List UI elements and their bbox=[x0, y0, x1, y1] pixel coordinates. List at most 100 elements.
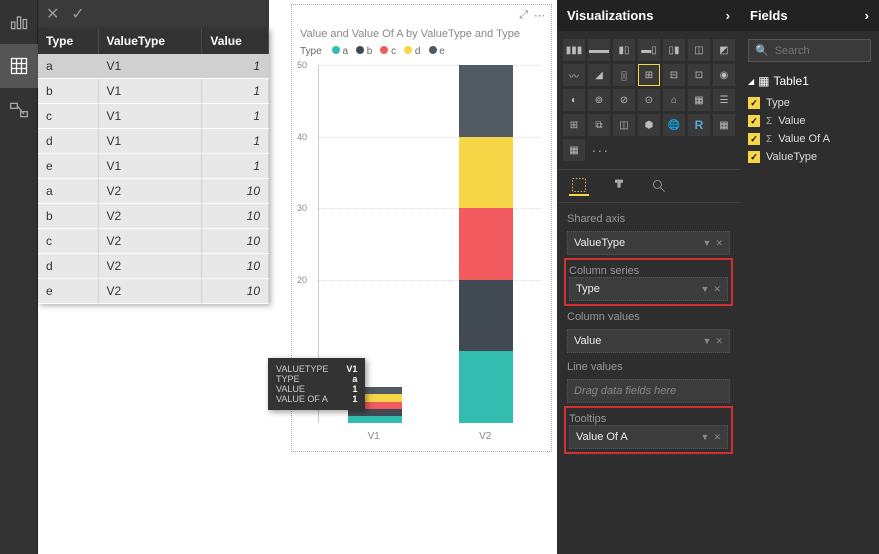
cancel-icon[interactable]: ✕ bbox=[46, 4, 59, 24]
checkbox[interactable]: ✓ bbox=[748, 115, 760, 127]
viz-type-icon[interactable]: ▦ bbox=[563, 139, 585, 161]
sigma-icon: Σ bbox=[766, 134, 772, 145]
checkbox[interactable]: ✓ bbox=[748, 97, 760, 109]
table-icon: ▦ bbox=[758, 74, 769, 88]
viz-type-icon[interactable]: ▮▯ bbox=[613, 39, 635, 61]
chevron-down-icon[interactable]: ▼ bbox=[701, 284, 710, 295]
data-view-button[interactable] bbox=[0, 44, 38, 88]
viz-type-icon[interactable]: ◫ bbox=[688, 39, 710, 61]
viz-type-gallery: ▮▮▮▬▬▮▯▬▯▯▮◫◩〰◢〿⊞⊟⊡◉◐⊚⊘⊙⌂▦☰⊞⧉◫⬢🌐R▦▦... bbox=[557, 31, 740, 169]
column-series-label: Column series bbox=[569, 263, 728, 277]
more-viz-icon[interactable]: ... bbox=[588, 139, 610, 161]
field-list: ✓Type✓ΣValue✓ΣValue Of A✓ValueType bbox=[740, 92, 879, 168]
viz-type-icon[interactable]: 🌐 bbox=[663, 114, 685, 136]
chevron-down-icon[interactable]: ▼ bbox=[703, 336, 712, 347]
fields-panel-title: Fields bbox=[750, 8, 788, 23]
column-values-label: Column values bbox=[567, 309, 730, 323]
search-box[interactable]: 🔍 bbox=[748, 39, 871, 62]
tooltips-well[interactable]: Value Of A▼✕ bbox=[569, 425, 728, 449]
table-row[interactable]: cV210 bbox=[38, 229, 269, 254]
viz-type-icon[interactable]: ⊞ bbox=[563, 114, 585, 136]
table-row[interactable]: cV11 bbox=[38, 104, 269, 129]
viz-type-icon[interactable]: 〿 bbox=[613, 64, 635, 86]
remove-icon[interactable]: ✕ bbox=[713, 432, 721, 443]
remove-icon[interactable]: ✕ bbox=[713, 284, 721, 295]
chart-tooltip: VALUETYPEV1TYPEaVALUE1VALUE OF A1 bbox=[268, 358, 365, 410]
viz-type-icon[interactable]: ▬▯ bbox=[638, 39, 660, 61]
checkbox[interactable]: ✓ bbox=[748, 133, 760, 145]
viz-type-icon[interactable]: ⧉ bbox=[588, 114, 610, 136]
bar-segment[interactable] bbox=[459, 351, 513, 423]
column-values-well[interactable]: Value▼✕ bbox=[567, 329, 730, 353]
viz-type-icon[interactable]: ◩ bbox=[713, 39, 735, 61]
collapse-viz-icon[interactable]: › bbox=[726, 8, 730, 23]
viz-type-icon[interactable]: ◢ bbox=[588, 64, 610, 86]
viz-type-icon[interactable]: R bbox=[688, 114, 710, 136]
tooltips-label: Tooltips bbox=[569, 411, 728, 425]
table-row[interactable]: eV11 bbox=[38, 154, 269, 179]
line-values-well[interactable]: Drag data fields here bbox=[567, 379, 730, 403]
table-row[interactable]: bV11 bbox=[38, 79, 269, 104]
field-wells: Shared axis ValueType▼✕ Column series Ty… bbox=[557, 203, 740, 459]
viz-type-icon[interactable]: ⊞ bbox=[638, 64, 660, 86]
viz-type-icon[interactable]: ◐ bbox=[563, 89, 585, 111]
table-row[interactable]: bV210 bbox=[38, 204, 269, 229]
chevron-down-icon[interactable]: ▼ bbox=[703, 238, 712, 249]
table-row[interactable]: dV11 bbox=[38, 129, 269, 154]
collapse-fields-icon[interactable]: › bbox=[865, 8, 869, 23]
field-item[interactable]: ✓Type bbox=[746, 94, 873, 112]
viz-type-icon[interactable]: ▬▬ bbox=[588, 39, 610, 61]
focus-mode-icon[interactable]: ⤢ bbox=[519, 9, 528, 22]
field-item[interactable]: ✓ Σ Value Of A bbox=[746, 130, 873, 148]
bar-segment[interactable] bbox=[459, 137, 513, 209]
viz-type-icon[interactable]: ◫ bbox=[613, 114, 635, 136]
field-item[interactable]: ✓ΣValue bbox=[746, 112, 873, 130]
viz-type-icon[interactable]: ☰ bbox=[713, 89, 735, 111]
search-input[interactable] bbox=[775, 45, 865, 57]
analytics-tab[interactable] bbox=[649, 176, 669, 196]
viz-type-icon[interactable]: ⊟ bbox=[663, 64, 685, 86]
bar-segment[interactable] bbox=[459, 208, 513, 280]
field-item[interactable]: ✓ValueType bbox=[746, 148, 873, 166]
viz-type-icon[interactable]: ⊚ bbox=[588, 89, 610, 111]
viz-type-icon[interactable]: ⊡ bbox=[688, 64, 710, 86]
remove-icon[interactable]: ✕ bbox=[715, 238, 723, 249]
report-view-button[interactable] bbox=[0, 0, 38, 44]
checkbox[interactable]: ✓ bbox=[748, 151, 760, 163]
table-header[interactable]: ◢ ▦ Table1 bbox=[740, 70, 879, 92]
table-row[interactable]: aV210 bbox=[38, 179, 269, 204]
viz-type-icon[interactable]: ▦ bbox=[713, 114, 735, 136]
chevron-down-icon[interactable]: ▼ bbox=[701, 432, 710, 443]
more-options-icon[interactable]: ⋯ bbox=[534, 9, 545, 22]
commit-icon[interactable]: ✓ bbox=[71, 4, 84, 24]
legend-label: Type bbox=[300, 46, 322, 57]
table-row[interactable]: dV210 bbox=[38, 254, 269, 279]
viz-type-icon[interactable]: ⊘ bbox=[613, 89, 635, 111]
format-tab[interactable] bbox=[609, 176, 629, 196]
viz-type-icon[interactable]: ⬢ bbox=[638, 114, 660, 136]
shared-axis-well[interactable]: ValueType▼✕ bbox=[567, 231, 730, 255]
viz-type-icon[interactable]: ▮▮▮ bbox=[563, 39, 585, 61]
bar-segment[interactable] bbox=[348, 416, 402, 423]
remove-icon[interactable]: ✕ bbox=[715, 336, 723, 347]
bar-segment[interactable] bbox=[459, 280, 513, 352]
viz-type-icon[interactable]: ⊙ bbox=[638, 89, 660, 111]
viz-tabs bbox=[557, 169, 740, 203]
model-view-button[interactable] bbox=[0, 88, 38, 132]
viz-type-icon[interactable]: 〰 bbox=[563, 64, 585, 86]
fields-tab[interactable] bbox=[569, 176, 589, 196]
table-row[interactable]: aV11 bbox=[38, 54, 269, 79]
column-series-well[interactable]: Type▼✕ bbox=[569, 277, 728, 301]
line-values-label: Line values bbox=[567, 359, 730, 373]
search-icon: 🔍 bbox=[755, 44, 769, 57]
column-header[interactable]: Type bbox=[38, 28, 98, 54]
viz-type-icon[interactable]: ▦ bbox=[688, 89, 710, 111]
viz-type-icon[interactable]: ◉ bbox=[713, 64, 735, 86]
bar-segment[interactable] bbox=[459, 65, 513, 137]
field-name: Value Of A bbox=[778, 133, 830, 145]
viz-type-icon[interactable]: ⌂ bbox=[663, 89, 685, 111]
table-row[interactable]: eV210 bbox=[38, 279, 269, 304]
column-header[interactable]: Value bbox=[202, 28, 269, 54]
viz-type-icon[interactable]: ▯▮ bbox=[663, 39, 685, 61]
column-header[interactable]: ValueType bbox=[98, 28, 202, 54]
